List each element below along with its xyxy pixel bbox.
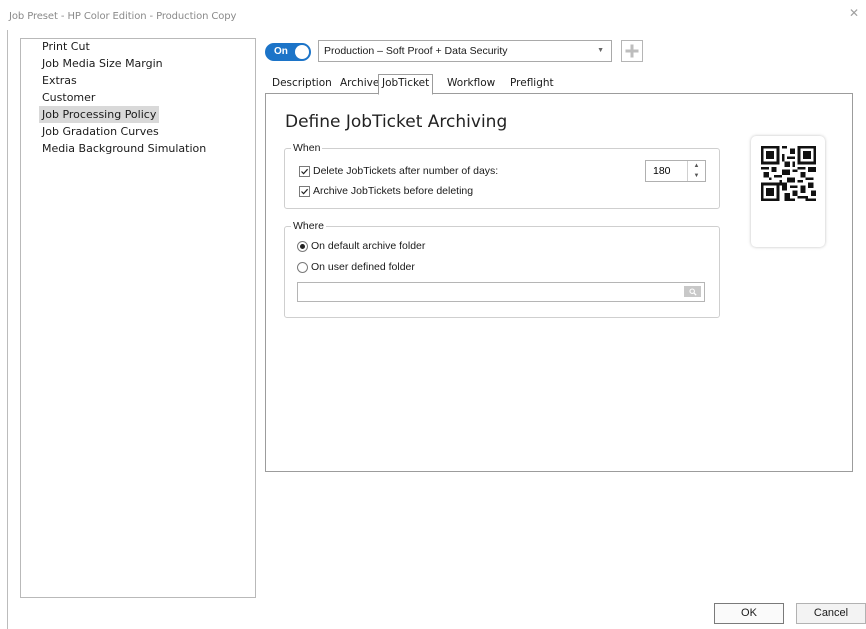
close-icon[interactable]: ✕: [848, 7, 860, 19]
checkmark-icon: [301, 188, 309, 195]
preset-dropdown-value: Production – Soft Proof + Data Security: [324, 45, 508, 57]
radio-selected-dot: [300, 244, 305, 249]
user-folder-label: On user defined folder: [311, 261, 415, 273]
cancel-button[interactable]: Cancel: [796, 603, 866, 624]
stepper-down-icon[interactable]: ▼: [688, 171, 705, 181]
qr-code-card: [751, 136, 825, 247]
tab-preflight[interactable]: Preflight: [507, 75, 557, 93]
preset-toggle[interactable]: On: [265, 43, 311, 61]
qr-code-icon: [761, 146, 816, 201]
title-bar: Job Preset - HP Color Edition - Producti…: [0, 0, 866, 30]
nav-item-customer[interactable]: Customer: [39, 89, 98, 106]
toggle-label: On: [274, 46, 288, 57]
toggle-knob: [295, 45, 309, 59]
default-folder-radio[interactable]: [297, 241, 308, 252]
tab-workflow[interactable]: Workflow: [444, 75, 498, 93]
folder-path-input[interactable]: [298, 283, 678, 301]
browse-folder-button[interactable]: [684, 286, 701, 297]
when-legend: When: [291, 142, 323, 154]
folder-path-field: [297, 282, 705, 302]
nav-item-job-media-size-margin[interactable]: Job Media Size Margin: [39, 55, 166, 72]
default-folder-label: On default archive folder: [311, 240, 426, 252]
add-preset-button[interactable]: [621, 40, 643, 62]
plus-icon: [625, 44, 639, 58]
nav-item-print-cut[interactable]: Print Cut: [39, 38, 93, 55]
days-input[interactable]: [646, 161, 686, 181]
tab-archive[interactable]: Archive: [337, 75, 382, 93]
chevron-down-icon: ▼: [597, 47, 604, 54]
nav-item-job-processing-policy[interactable]: Job Processing Policy: [39, 106, 160, 123]
tab-jobticket[interactable]: JobTicket: [378, 74, 434, 95]
nav-item-extras[interactable]: Extras: [39, 72, 80, 89]
stepper-buttons: ▲ ▼: [687, 161, 705, 181]
section-title: Define JobTicket Archiving: [285, 112, 508, 132]
window-border: [7, 30, 8, 629]
delete-jobtickets-label: Delete JobTickets after number of days:: [313, 165, 499, 177]
days-stepper[interactable]: ▲ ▼: [645, 160, 706, 182]
nav-item-media-background-simulation[interactable]: Media Background Simulation: [39, 140, 209, 157]
search-icon: [689, 288, 697, 296]
stepper-up-icon[interactable]: ▲: [688, 161, 705, 171]
preset-dropdown[interactable]: Production – Soft Proof + Data Security …: [318, 40, 612, 62]
archive-jobtickets-label: Archive JobTickets before deleting: [313, 185, 474, 197]
user-folder-radio[interactable]: [297, 262, 308, 273]
delete-jobtickets-checkbox[interactable]: [299, 166, 310, 177]
tab-description[interactable]: Description: [269, 75, 335, 93]
archive-jobtickets-checkbox[interactable]: [299, 186, 310, 197]
where-legend: Where: [291, 220, 326, 232]
checkmark-icon: [301, 168, 309, 175]
nav-item-job-gradation-curves[interactable]: Job Gradation Curves: [39, 123, 162, 140]
window-title: Job Preset - HP Color Edition - Producti…: [9, 11, 237, 22]
ok-button[interactable]: OK: [714, 603, 784, 624]
